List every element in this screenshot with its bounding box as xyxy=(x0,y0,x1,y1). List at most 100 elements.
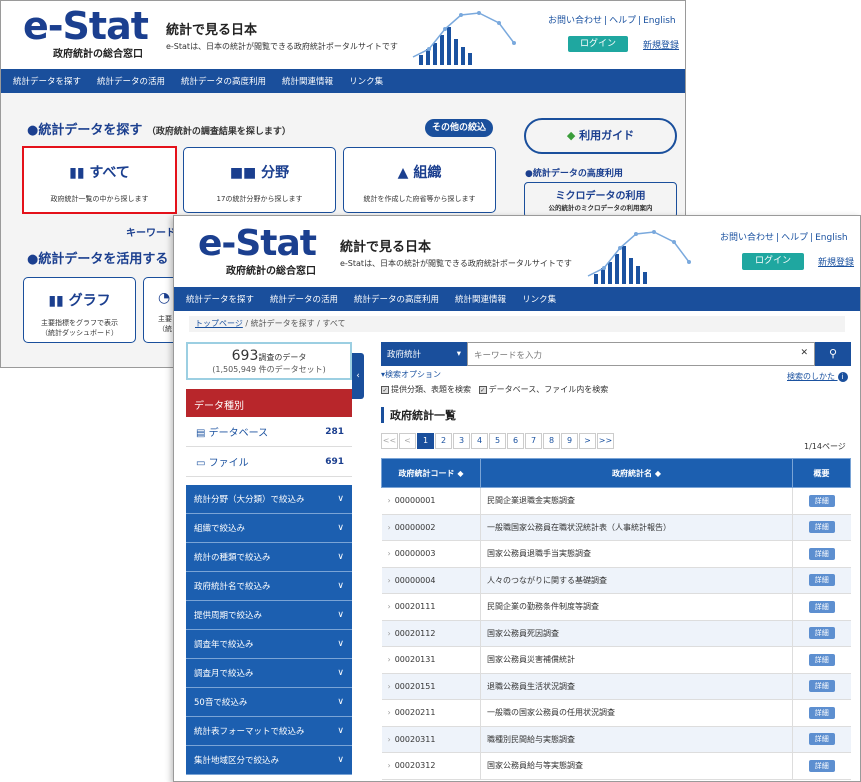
search-options-link[interactable]: ▾検索オプション xyxy=(381,369,441,380)
filter-kana[interactable]: 50音で絞込み ∨ xyxy=(186,688,352,717)
table-row[interactable]: › 00020151 退職公務員生活状況調査 詳細 xyxy=(381,673,851,700)
page-4[interactable]: 4 xyxy=(471,433,488,449)
card-all[interactable]: ▮▮ すべて 政府統計一覧の中から探します xyxy=(22,146,177,214)
sidebar-collapse-button[interactable]: ‹ xyxy=(352,353,364,399)
card-field[interactable]: ■■ 分野 17の統計分野から探します xyxy=(183,147,336,213)
checkbox-content-search[interactable]: ✓ xyxy=(478,385,487,394)
row-name[interactable]: 民間企業の勤務条件制度等調査 xyxy=(480,593,793,621)
row-name[interactable]: 国家公務員死因調査 xyxy=(480,620,793,647)
row-name[interactable]: 民間企業退職金実態調査 xyxy=(480,487,793,515)
table-row[interactable]: › 00000002 一般職国家公務員在職状況統計表（人事統計報告） 詳細 xyxy=(381,514,851,541)
row-name[interactable]: 人々のつながりに関する基礎調査 xyxy=(480,567,793,594)
microdata-button[interactable]: ミクロデータの利用 公的統計のミクロデータの利用案内 xyxy=(524,182,677,218)
breadcrumb-find[interactable]: 統計データを探す xyxy=(251,319,315,328)
filter-type[interactable]: 統計の種類で絞込み ∨ xyxy=(186,543,352,572)
nav-links-2[interactable]: リンク集 xyxy=(522,293,556,305)
nav-links[interactable]: リンク集 xyxy=(349,75,383,87)
nav-advanced[interactable]: 統計データの高度利用 xyxy=(181,75,266,87)
row-code[interactable]: › 00020131 xyxy=(381,646,481,674)
detail-button[interactable]: 詳細 xyxy=(808,521,835,534)
user-guide-button[interactable]: ◆ 利用ガイド xyxy=(524,118,677,154)
nav-advanced-2[interactable]: 統計データの高度利用 xyxy=(354,293,439,305)
row-name[interactable]: 国家公務員災害補償統計 xyxy=(480,646,793,674)
detail-button[interactable]: 詳細 xyxy=(808,574,835,587)
search-howto-link[interactable]: 検索のしかた i xyxy=(787,371,848,382)
card-graph[interactable]: ▮▮ グラフ 主要指標をグラフで表示 （統計ダッシュボード） xyxy=(23,277,136,343)
col-name-header[interactable]: 政府統計名 ◆ xyxy=(480,458,793,488)
nav-find-2[interactable]: 統計データを探す xyxy=(186,293,254,305)
filter-org[interactable]: 組織で絞込み ∨ xyxy=(186,514,352,543)
page-5[interactable]: 5 xyxy=(489,433,506,449)
table-row[interactable]: › 00000001 民間企業退職金実態調査 詳細 xyxy=(381,487,851,515)
card-org[interactable]: ▲ 組織 統計を作成した府省等から探します xyxy=(343,147,496,213)
row-name[interactable]: 職種別民間給与実態調査 xyxy=(480,726,793,753)
table-row[interactable]: › 00020211 一般職の国家公務員の任用状況調査 詳細 xyxy=(381,699,851,727)
filter-month[interactable]: 調査月で絞込み ∨ xyxy=(186,659,352,688)
data-type-database[interactable]: ▤ データベース 281 xyxy=(186,417,352,447)
table-row[interactable]: › 00020112 国家公務員死因調査 詳細 xyxy=(381,620,851,647)
help-link[interactable]: ヘルプ xyxy=(609,16,636,26)
detail-button[interactable]: 詳細 xyxy=(808,680,835,693)
table-row[interactable]: › 00000004 人々のつながりに関する基礎調査 詳細 xyxy=(381,567,851,594)
filter-format[interactable]: 統計表フォーマットで絞込み ∨ xyxy=(186,717,352,746)
estat-logo[interactable]: e-Stat 政府統計の総合窓口 xyxy=(23,7,149,60)
nav-related[interactable]: 統計関連情報 xyxy=(282,75,333,87)
row-code[interactable]: › 00000003 xyxy=(381,540,481,568)
row-code[interactable]: › 00020112 xyxy=(381,620,481,647)
table-row[interactable]: › 00020131 国家公務員災害補償統計 詳細 xyxy=(381,646,851,674)
page-first[interactable]: << xyxy=(381,433,398,449)
checkbox-title-search[interactable]: ✓ xyxy=(381,385,389,394)
contact-link-2[interactable]: お問い合わせ xyxy=(720,233,774,243)
filter-field[interactable]: 統計分野（大分類）で絞込み ∨ xyxy=(186,485,352,514)
detail-button[interactable]: 詳細 xyxy=(808,627,835,640)
detail-button[interactable]: 詳細 xyxy=(808,759,835,772)
filter-cycle[interactable]: 提供周期で絞込み ∨ xyxy=(186,601,352,630)
help-link-2[interactable]: ヘルプ xyxy=(781,233,808,243)
login-button[interactable]: ログイン xyxy=(568,36,628,52)
row-name[interactable]: 国家公務員給与等実態調査 xyxy=(480,752,793,780)
login-button-2[interactable]: ログイン xyxy=(742,253,804,270)
filter-year[interactable]: 調査年で絞込み ∨ xyxy=(186,630,352,659)
english-link[interactable]: English xyxy=(643,16,676,26)
estat-logo-2[interactable]: e-Stat 政府統計の総合窓口 xyxy=(198,226,317,278)
row-code[interactable]: › 00020151 xyxy=(381,673,481,700)
row-code[interactable]: › 00020111 xyxy=(381,593,481,621)
nav-find[interactable]: 統計データを探す xyxy=(13,75,81,87)
table-row[interactable]: › 00000003 国家公務員退職手当実態調査 詳細 xyxy=(381,540,851,568)
nav-related-2[interactable]: 統計関連情報 xyxy=(455,293,506,305)
page-6[interactable]: 6 xyxy=(507,433,524,449)
page-7[interactable]: 7 xyxy=(525,433,542,449)
filter-stat-name[interactable]: 政府統計名で絞込み ∨ xyxy=(186,572,352,601)
table-row[interactable]: › 00020311 職種別民間給与実態調査 詳細 xyxy=(381,726,851,753)
row-name[interactable]: 国家公務員退職手当実態調査 xyxy=(480,540,793,568)
row-code[interactable]: › 00000002 xyxy=(381,514,481,541)
row-name[interactable]: 一般職の国家公務員の任用状況調査 xyxy=(480,699,793,727)
table-row[interactable]: › 00020312 国家公務員給与等実態調査 詳細 xyxy=(381,752,851,780)
nav-use-2[interactable]: 統計データの活用 xyxy=(270,293,338,305)
breadcrumb-home[interactable]: トップページ xyxy=(195,319,243,328)
row-code[interactable]: › 00000004 xyxy=(381,567,481,594)
row-code[interactable]: › 00020311 xyxy=(381,726,481,753)
data-type-file[interactable]: ▭ ファイル 691 xyxy=(186,447,352,477)
row-code[interactable]: › 00020211 xyxy=(381,699,481,727)
detail-button[interactable]: 詳細 xyxy=(808,494,835,507)
detail-button[interactable]: 詳細 xyxy=(808,547,835,560)
search-scope-select[interactable]: 政府統計 ▾ xyxy=(381,342,467,366)
page-3[interactable]: 3 xyxy=(453,433,470,449)
page-2[interactable]: 2 xyxy=(435,433,452,449)
more-filter-button[interactable]: その他の絞込 xyxy=(425,119,493,137)
col-code-header[interactable]: 政府統計コード ◆ xyxy=(381,458,481,488)
row-name[interactable]: 退職公務員生活状況調査 xyxy=(480,673,793,700)
page-last[interactable]: >> xyxy=(597,433,614,449)
page-1[interactable]: 1 xyxy=(417,433,434,449)
row-name[interactable]: 一般職国家公務員在職状況統計表（人事統計報告） xyxy=(480,514,793,541)
page-prev[interactable]: < xyxy=(399,433,416,449)
table-row[interactable]: › 00020111 民間企業の勤務条件制度等調査 詳細 xyxy=(381,593,851,621)
page-next[interactable]: > xyxy=(579,433,596,449)
english-link-2[interactable]: English xyxy=(815,233,848,243)
contact-link[interactable]: お問い合わせ xyxy=(548,16,602,26)
search-input[interactable]: キーワードを入力 ✕ xyxy=(467,342,815,366)
page-8[interactable]: 8 xyxy=(543,433,560,449)
nav-use[interactable]: 統計データの活用 xyxy=(97,75,165,87)
row-code[interactable]: › 00020312 xyxy=(381,752,481,780)
